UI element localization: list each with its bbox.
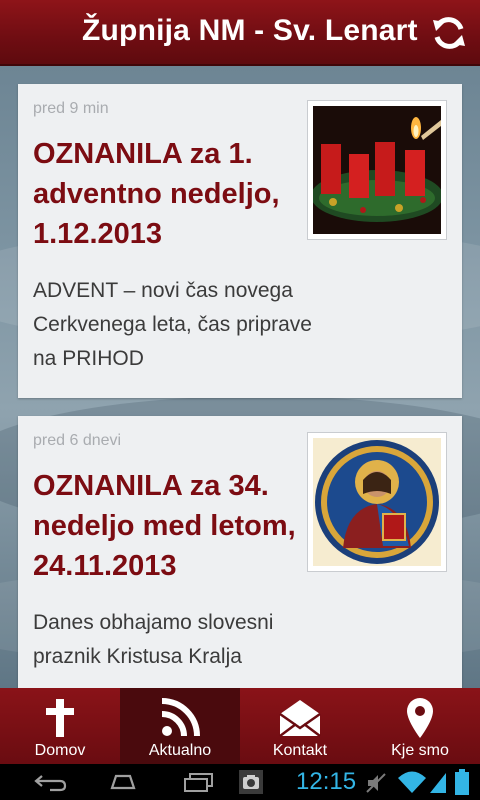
post-title: OZNANILA za 34. nedeljo med letom, 24.11…	[33, 470, 296, 582]
nav-news[interactable]: Aktualno	[120, 688, 240, 764]
nav-label: Aktualno	[148, 742, 212, 759]
post-excerpt: Danes obhajamo slovesni praznik Kristusa…	[33, 611, 274, 668]
bottom-navigation: Domov Aktualno Kontakt Kje smo	[0, 688, 480, 764]
mute-icon	[366, 773, 386, 793]
app-header: Župnija NM - Sv. Lenart	[0, 0, 480, 66]
back-icon[interactable]	[32, 772, 68, 792]
cross-icon	[46, 699, 74, 737]
system-bar: 12:15	[0, 764, 480, 800]
refresh-button[interactable]	[430, 14, 468, 52]
signal-icon	[430, 773, 446, 793]
refresh-icon	[433, 17, 465, 49]
post-thumbnail	[307, 100, 447, 240]
clock: 12:15	[296, 768, 357, 795]
location-pin-icon	[407, 698, 433, 738]
post-thumbnail	[307, 432, 447, 572]
post-title: OZNANILA za 1. adventno nedeljo, 1.12.20…	[33, 138, 280, 250]
screenshot-icon[interactable]	[238, 769, 264, 795]
recent-apps-icon[interactable]	[182, 772, 214, 792]
nav-label: Domov	[34, 742, 86, 759]
wifi-icon	[398, 771, 426, 793]
news-card[interactable]: pred 9 min OZNANILA za 1. adventno nedel…	[18, 84, 462, 398]
rss-icon	[161, 698, 200, 737]
app-title: Župnija NM - Sv. Lenart	[82, 14, 418, 47]
post-time: pred 6 dnevi	[33, 432, 122, 449]
battery-icon	[455, 769, 469, 795]
home-icon[interactable]	[108, 772, 138, 792]
nav-contact[interactable]: Kontakt	[240, 688, 360, 764]
mail-icon	[279, 700, 321, 737]
nav-location[interactable]: Kje smo	[360, 688, 480, 764]
advent-wreath-image	[313, 106, 441, 234]
nav-label: Kontakt	[272, 742, 328, 759]
nav-home[interactable]: Domov	[0, 688, 120, 764]
post-excerpt: ADVENT – novi čas novega Cerkvenega leta…	[33, 279, 312, 370]
news-card[interactable]: pred 6 dnevi OZNANILA za 34. nedeljo med…	[18, 416, 462, 696]
post-time: pred 9 min	[33, 100, 109, 117]
christ-icon-image	[313, 438, 441, 566]
nav-label: Kje smo	[391, 742, 449, 759]
